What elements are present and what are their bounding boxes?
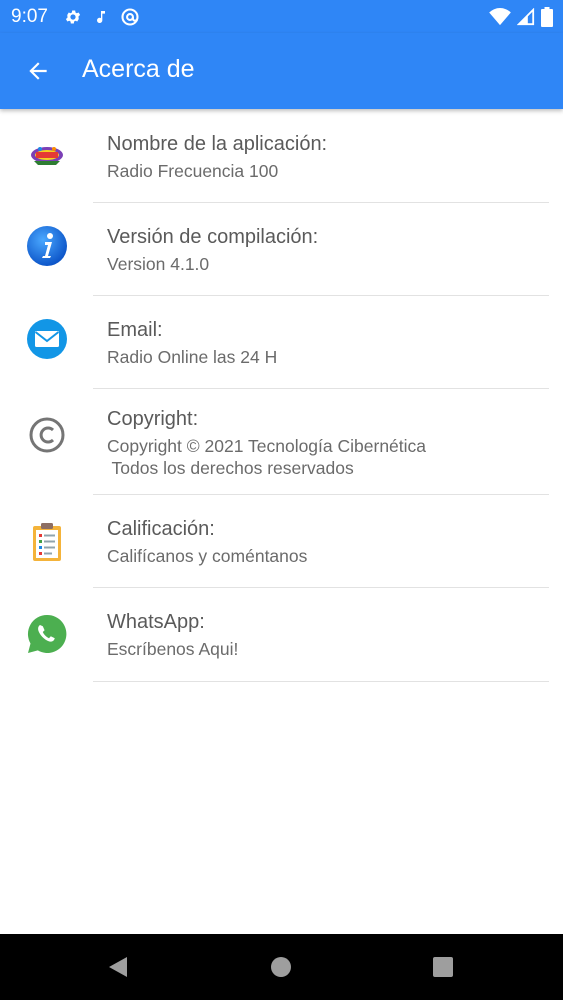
list-item-version[interactable]: Versión de compilación: Version 4.1.0 — [0, 203, 563, 296]
item-title: WhatsApp: — [107, 611, 205, 633]
divider — [93, 681, 549, 682]
music-note-icon — [97, 11, 105, 24]
list-item-rating[interactable]: Calificación: Califícanos y coméntanos — [0, 495, 563, 588]
item-subtitle: Version 4.1.0 — [107, 254, 210, 274]
at-sign-icon — [121, 8, 139, 26]
gear-icon — [65, 10, 81, 24]
back-triangle-icon — [109, 957, 127, 977]
app-bar: Acerca de — [0, 33, 563, 109]
item-title: Calificación: — [107, 518, 215, 540]
item-text: Calificación: Califícanos y coméntanos — [107, 517, 549, 567]
item-subtitle: Copyright © 2021 Tecnología Cibernética … — [107, 436, 427, 478]
item-title: Nombre de la aplicación: — [107, 133, 328, 155]
whatsapp-icon — [26, 613, 68, 655]
system-nav-bar — [0, 934, 563, 1000]
item-text: Email: Radio Online las 24 H — [107, 318, 549, 368]
item-text: Versión de compilación: Version 4.1.0 — [107, 225, 549, 275]
status-time: 9:07 — [11, 6, 48, 27]
clipboard-icon — [26, 521, 68, 563]
item-title: Email: — [107, 319, 163, 341]
list-item-whatsapp[interactable]: WhatsApp: Escríbenos Aqui! — [0, 588, 563, 682]
home-circle-icon — [271, 957, 291, 977]
list-item-copyright[interactable]: Copyright: Copyright © 2021 Tecnología C… — [0, 389, 563, 495]
info-icon — [26, 225, 68, 267]
app-logo-icon — [26, 134, 68, 176]
item-text: Nombre de la aplicación: Radio Frecuenci… — [107, 132, 549, 182]
item-subtitle: Escríbenos Aqui! — [107, 639, 239, 659]
nav-recents-button[interactable] — [430, 954, 456, 980]
copyright-icon — [26, 414, 68, 456]
item-subtitle: Califícanos y coméntanos — [107, 546, 308, 566]
nav-back-button[interactable] — [105, 954, 131, 980]
page-title: Acerca de — [82, 55, 195, 83]
item-subtitle: Radio Online las 24 H — [107, 347, 278, 367]
list-item-app-name[interactable]: Nombre de la aplicación: Radio Frecuenci… — [0, 110, 563, 203]
nav-home-button[interactable] — [268, 954, 294, 980]
item-subtitle: Radio Frecuencia 100 — [107, 161, 279, 181]
wifi-icon — [489, 8, 511, 26]
item-title: Versión de compilación: — [107, 226, 319, 248]
item-text: Copyright: Copyright © 2021 Tecnología C… — [107, 407, 549, 479]
status-right-icons — [489, 7, 553, 27]
back-button[interactable] — [20, 53, 56, 89]
recents-square-icon — [433, 957, 453, 977]
arrow-back-icon — [29, 62, 47, 80]
item-title: Copyright: — [107, 408, 199, 430]
signal-icon — [517, 8, 535, 26]
status-bar: 9:07 — [0, 0, 563, 33]
list-item-email[interactable]: Email: Radio Online las 24 H — [0, 296, 563, 389]
battery-icon — [541, 7, 553, 27]
item-text: WhatsApp: Escríbenos Aqui! — [107, 610, 549, 660]
status-left-icons — [64, 7, 140, 27]
mail-icon — [26, 318, 68, 360]
about-list: Nombre de la aplicación: Radio Frecuenci… — [0, 110, 563, 682]
